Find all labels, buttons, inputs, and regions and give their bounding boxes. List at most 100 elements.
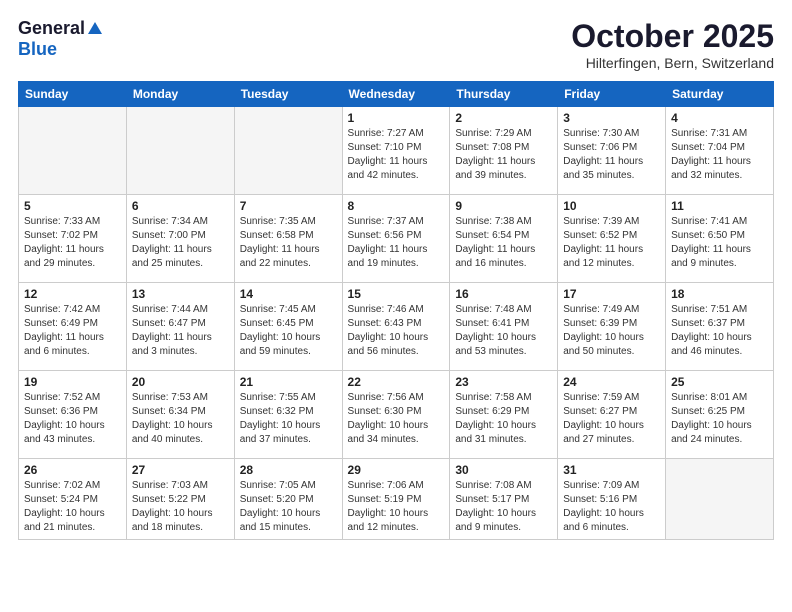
table-row: 1 Sunrise: 7:27 AM Sunset: 7:10 PM Daylig…	[342, 107, 450, 195]
day-number: 12	[24, 287, 121, 301]
day-number: 22	[348, 375, 445, 389]
month-title: October 2025	[571, 18, 774, 55]
table-row: 28 Sunrise: 7:05 AM Sunset: 5:20 PM Dayli…	[234, 459, 342, 540]
calendar-page: General Blue October 2025 Hilterfingen, …	[0, 0, 792, 554]
table-row: 30Sunrise: 7:08 AM Sunset: 5:17 PM Dayli…	[450, 459, 558, 540]
day-number: 21	[240, 375, 337, 389]
table-row: 8 Sunrise: 7:37 AM Sunset: 6:56 PM Daylig…	[342, 195, 450, 283]
day-number: 2	[455, 111, 552, 125]
col-monday: Monday	[126, 82, 234, 107]
table-row	[666, 459, 774, 540]
calendar-header-row: Sunday Monday Tuesday Wednesday Thursday…	[19, 82, 774, 107]
table-row: 29Sunrise: 7:06 AM Sunset: 5:19 PM Dayli…	[342, 459, 450, 540]
header: General Blue October 2025 Hilterfingen, …	[18, 18, 774, 71]
location: Hilterfingen, Bern, Switzerland	[571, 55, 774, 71]
day-number: 29	[348, 463, 445, 477]
logo-blue: Blue	[18, 39, 57, 59]
day-number: 16	[455, 287, 552, 301]
table-row: 31 Sunrise: 7:09 AM Sunset: 5:16 PM Dayli…	[558, 459, 666, 540]
table-row: 23 Sunrise: 7:58 AM Sunset: 6:29 PM Dayli…	[450, 371, 558, 459]
table-row	[126, 107, 234, 195]
day-info: Sunrise: 7:48 AM Sunset: 6:41 PM Dayligh…	[455, 303, 552, 359]
day-info: Sunrise: 7:03 AM Sunset: 5:22 PM Dayligh…	[132, 479, 229, 535]
day-number: 9	[455, 199, 552, 213]
day-info: Sunrise: 7:35 AM Sunset: 6:58 PM Dayligh…	[240, 215, 337, 271]
day-info: Sunrise: 7:55 AM Sunset: 6:32 PM Dayligh…	[240, 391, 337, 447]
day-number: 6	[132, 199, 229, 213]
day-number: 28	[240, 463, 337, 477]
day-number: 8	[348, 199, 445, 213]
title-section: October 2025 Hilterfingen, Bern, Switzer…	[571, 18, 774, 71]
day-info: Sunrise: 7:38 AM Sunset: 6:54 PM Dayligh…	[455, 215, 552, 271]
day-number: 14	[240, 287, 337, 301]
table-row: 4Sunrise: 7:31 AM Sunset: 7:04 PM Daylig…	[666, 107, 774, 195]
day-info: Sunrise: 7:39 AM Sunset: 6:52 PM Dayligh…	[563, 215, 660, 271]
table-row	[234, 107, 342, 195]
table-row: 17Sunrise: 7:49 AM Sunset: 6:39 PM Dayli…	[558, 283, 666, 371]
day-info: Sunrise: 7:30 AM Sunset: 7:06 PM Dayligh…	[563, 127, 660, 183]
day-info: Sunrise: 7:37 AM Sunset: 6:56 PM Dayligh…	[348, 215, 445, 271]
table-row: 21 Sunrise: 7:55 AM Sunset: 6:32 PM Dayli…	[234, 371, 342, 459]
day-info: Sunrise: 7:09 AM Sunset: 5:16 PM Dayligh…	[563, 479, 660, 535]
day-info: Sunrise: 7:45 AM Sunset: 6:45 PM Dayligh…	[240, 303, 337, 359]
col-friday: Friday	[558, 82, 666, 107]
calendar-table: Sunday Monday Tuesday Wednesday Thursday…	[18, 81, 774, 540]
logo-general: General	[18, 18, 85, 39]
table-row: 5Sunrise: 7:33 AM Sunset: 7:02 PM Daylig…	[19, 195, 127, 283]
table-row: 16 Sunrise: 7:48 AM Sunset: 6:41 PM Dayli…	[450, 283, 558, 371]
day-info: Sunrise: 7:02 AM Sunset: 5:24 PM Dayligh…	[24, 479, 121, 535]
table-row: 9 Sunrise: 7:38 AM Sunset: 6:54 PM Daylig…	[450, 195, 558, 283]
day-number: 4	[671, 111, 768, 125]
table-row: 12 Sunrise: 7:42 AM Sunset: 6:49 PM Dayli…	[19, 283, 127, 371]
logo-bird-icon	[86, 20, 104, 36]
day-info: Sunrise: 7:05 AM Sunset: 5:20 PM Dayligh…	[240, 479, 337, 535]
logo: General Blue	[18, 18, 104, 60]
day-info: Sunrise: 7:59 AM Sunset: 6:27 PM Dayligh…	[563, 391, 660, 447]
day-number: 31	[563, 463, 660, 477]
table-row: 3 Sunrise: 7:30 AM Sunset: 7:06 PM Daylig…	[558, 107, 666, 195]
day-number: 1	[348, 111, 445, 125]
day-info: Sunrise: 7:33 AM Sunset: 7:02 PM Dayligh…	[24, 215, 121, 271]
table-row: 15Sunrise: 7:46 AM Sunset: 6:43 PM Dayli…	[342, 283, 450, 371]
day-info: Sunrise: 8:01 AM Sunset: 6:25 PM Dayligh…	[671, 391, 768, 447]
table-row: 7Sunrise: 7:35 AM Sunset: 6:58 PM Daylig…	[234, 195, 342, 283]
day-number: 13	[132, 287, 229, 301]
day-info: Sunrise: 7:52 AM Sunset: 6:36 PM Dayligh…	[24, 391, 121, 447]
day-number: 17	[563, 287, 660, 301]
day-info: Sunrise: 7:27 AM Sunset: 7:10 PM Dayligh…	[348, 127, 445, 183]
day-info: Sunrise: 7:29 AM Sunset: 7:08 PM Dayligh…	[455, 127, 552, 183]
day-number: 20	[132, 375, 229, 389]
day-info: Sunrise: 7:56 AM Sunset: 6:30 PM Dayligh…	[348, 391, 445, 447]
col-tuesday: Tuesday	[234, 82, 342, 107]
table-row: 25 Sunrise: 8:01 AM Sunset: 6:25 PM Dayli…	[666, 371, 774, 459]
day-info: Sunrise: 7:46 AM Sunset: 6:43 PM Dayligh…	[348, 303, 445, 359]
day-info: Sunrise: 7:42 AM Sunset: 6:49 PM Dayligh…	[24, 303, 121, 359]
table-row: 22 Sunrise: 7:56 AM Sunset: 6:30 PM Dayli…	[342, 371, 450, 459]
table-row: 18 Sunrise: 7:51 AM Sunset: 6:37 PM Dayli…	[666, 283, 774, 371]
table-row: 10 Sunrise: 7:39 AM Sunset: 6:52 PM Dayli…	[558, 195, 666, 283]
day-info: Sunrise: 7:34 AM Sunset: 7:00 PM Dayligh…	[132, 215, 229, 271]
day-info: Sunrise: 7:51 AM Sunset: 6:37 PM Dayligh…	[671, 303, 768, 359]
table-row: 27 Sunrise: 7:03 AM Sunset: 5:22 PM Dayli…	[126, 459, 234, 540]
day-number: 11	[671, 199, 768, 213]
table-row: 14 Sunrise: 7:45 AM Sunset: 6:45 PM Dayli…	[234, 283, 342, 371]
table-row: 6 Sunrise: 7:34 AM Sunset: 7:00 PM Daylig…	[126, 195, 234, 283]
day-info: Sunrise: 7:58 AM Sunset: 6:29 PM Dayligh…	[455, 391, 552, 447]
table-row: 11 Sunrise: 7:41 AM Sunset: 6:50 PM Dayli…	[666, 195, 774, 283]
day-number: 23	[455, 375, 552, 389]
day-number: 25	[671, 375, 768, 389]
day-number: 27	[132, 463, 229, 477]
day-number: 24	[563, 375, 660, 389]
day-info: Sunrise: 7:41 AM Sunset: 6:50 PM Dayligh…	[671, 215, 768, 271]
day-number: 3	[563, 111, 660, 125]
table-row: 24 Sunrise: 7:59 AM Sunset: 6:27 PM Dayli…	[558, 371, 666, 459]
day-number: 10	[563, 199, 660, 213]
day-number: 30	[455, 463, 552, 477]
day-number: 18	[671, 287, 768, 301]
day-info: Sunrise: 7:44 AM Sunset: 6:47 PM Dayligh…	[132, 303, 229, 359]
day-info: Sunrise: 7:53 AM Sunset: 6:34 PM Dayligh…	[132, 391, 229, 447]
table-row	[19, 107, 127, 195]
day-number: 19	[24, 375, 121, 389]
table-row: 19 Sunrise: 7:52 AM Sunset: 6:36 PM Dayli…	[19, 371, 127, 459]
col-sunday: Sunday	[19, 82, 127, 107]
